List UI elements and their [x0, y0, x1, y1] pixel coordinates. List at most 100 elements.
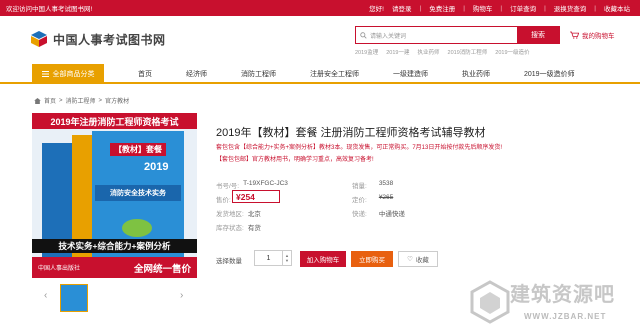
watermark: 建筑资源吧 WWW.JZBAR.NET — [470, 276, 640, 330]
express-value: 中通快递 — [378, 211, 405, 218]
divider: | — [500, 4, 503, 12]
nav-items: 首页 经济师 消防工程师 注册安全工程师 一级建造师 执业药师 2019一级造价… — [104, 64, 575, 84]
search-input[interactable]: 请输入关键词 — [356, 27, 517, 43]
divider: | — [544, 4, 546, 12]
heart-icon: ♡ — [407, 256, 413, 263]
cart-icon — [570, 31, 579, 39]
logo-icon — [31, 31, 47, 47]
sales-label: 销量: — [352, 183, 367, 190]
divider: | — [463, 4, 465, 12]
breadcrumb-category[interactable]: 消防工程师 — [66, 96, 96, 105]
return-query-link[interactable]: 退换货查询 — [550, 3, 591, 13]
nav-item-home[interactable]: 首页 — [138, 69, 152, 79]
cart-label: 我的购物车 — [582, 33, 615, 40]
sku-value: T-19XFGC-JC3 — [243, 180, 288, 187]
thumbnail[interactable] — [60, 284, 88, 312]
order-query-link[interactable]: 订单查询 — [506, 3, 540, 13]
ship-from-row: 发货地区: 北京 — [216, 208, 261, 218]
buy-now-button[interactable]: 立即购买 — [351, 251, 393, 267]
register-link[interactable]: 免费注册 — [425, 3, 459, 13]
hot-word[interactable]: 2019消防工程师 — [448, 48, 488, 56]
stock-label: 库存状态: — [216, 225, 244, 232]
hot-word[interactable]: 2019监理 — [355, 48, 378, 56]
top-bar: 欢迎访问中国人事考试图书网! 您好! 请登录 | 免费注册 | 购物车 | 订单… — [0, 0, 640, 16]
search-button[interactable]: 搜索 — [517, 27, 559, 43]
nav-item-pharmacist[interactable]: 执业药师 — [462, 69, 490, 79]
express-label: 快递: — [352, 211, 367, 218]
breadcrumb-current: 官方教材 — [105, 99, 130, 105]
nav-item-safety-engineer[interactable]: 注册安全工程师 — [310, 69, 359, 79]
quantity-label: 选择数量 — [216, 258, 242, 265]
sales-row: 销量: 3538 — [352, 180, 393, 190]
add-to-cart-button[interactable]: 加入购物车 — [300, 251, 346, 267]
home-icon — [34, 97, 41, 104]
breadcrumb-separator: > — [59, 97, 63, 104]
promo-text-2: 【套包包邮】官方教材用书，明确学习重点，高效复习备考! — [216, 157, 374, 163]
list-price-value: ¥265 — [378, 194, 394, 201]
list-price-label: 定价: — [352, 197, 367, 204]
search-icon — [360, 31, 367, 39]
hot-word[interactable]: 2019一建 — [386, 48, 409, 56]
ship-from-value: 北京 — [247, 211, 261, 218]
stock-value: 有货 — [247, 225, 261, 232]
image-tag: 【教材】套餐 — [110, 143, 166, 156]
nav-item-fire-engineer[interactable]: 消防工程师 — [241, 69, 276, 79]
my-cart-button[interactable]: 我的购物车 — [570, 30, 615, 40]
top-links: 您好! 请登录 | 免费注册 | 购物车 | 订单查询 | 退换货查询 | 收藏… — [365, 3, 634, 14]
site-logo[interactable]: 中国人事考试图书网 — [30, 30, 166, 48]
all-categories-button[interactable]: 全部商品分类 — [32, 64, 104, 84]
cover-book-name: 消防安全技术实务 — [95, 185, 181, 201]
sku-row: 书号/号: T-19XFGC-JC3 — [216, 180, 288, 190]
cart-link[interactable]: 购物车 — [469, 3, 497, 13]
watermark-en: WWW.JZBAR.NET — [524, 312, 607, 321]
breadcrumb-separator: > — [98, 97, 103, 104]
watermark-cn: 建筑资源吧 — [510, 284, 615, 306]
hot-words: 2019监理 2019一建 执业药师 2019消防工程师 2019一级造价 — [355, 48, 530, 56]
sales-value: 3538 — [378, 180, 394, 187]
sku-label: 书号/号: — [216, 183, 240, 190]
divider: | — [594, 4, 596, 12]
chevron-down-icon[interactable]: ▼ — [285, 258, 289, 263]
list-price-row: 定价: ¥265 — [352, 194, 393, 204]
price-label: 售价: — [216, 197, 231, 204]
image-top-title: 2019年注册消防工程师资格考试 — [32, 113, 197, 129]
thumbnail-strip: ‹ › — [40, 284, 190, 312]
greeting-text: 您好! — [369, 6, 384, 13]
cover-emblem — [122, 219, 152, 237]
price-row: 售价: — [216, 194, 231, 204]
product-title: 2019年【教材】套餐 注册消防工程师资格考试辅导教材 — [216, 127, 486, 139]
divider: | — [419, 4, 422, 12]
hot-word[interactable]: 2019一级造价 — [495, 48, 529, 56]
breadcrumb-home[interactable]: 首页 — [44, 96, 56, 105]
menu-icon — [41, 71, 49, 77]
search-bar: 请输入关键词 搜索 — [355, 26, 560, 44]
nav-item-economist[interactable]: 经济师 — [186, 69, 207, 79]
stock-row: 库存状态: 有货 — [216, 222, 261, 232]
search-placeholder: 请输入关键词 — [370, 33, 407, 40]
promo-text: 套包包含【综合能力+实务+案例分析】教材3本。现货发售，可正常购买。7月13日开… — [216, 145, 503, 151]
product-image[interactable]: 2019 消防安全技术实务 2019年注册消防工程师资格考试 【教材】套餐 技术… — [32, 113, 197, 278]
image-uniform-price: 全网统一售价 — [133, 263, 191, 275]
quantity-step-buttons[interactable]: ▲ ▼ — [282, 251, 291, 265]
cover-year: 2019 — [144, 161, 169, 173]
login-link[interactable]: 请登录 — [388, 3, 416, 13]
all-categories-label: 全部商品分类 — [52, 71, 95, 78]
welcome-text: 欢迎访问中国人事考试图书网! — [6, 6, 93, 13]
image-bottom-line: 技术实务+综合能力+案例分析 — [32, 239, 197, 253]
chevron-left-icon[interactable]: ‹ — [44, 290, 47, 301]
hot-word[interactable]: 执业药师 — [418, 48, 440, 56]
watermark-logo-icon — [470, 280, 510, 324]
nav-item-constructor[interactable]: 一级建造师 — [393, 69, 428, 79]
favorite-button[interactable]: ♡ 收藏 — [398, 251, 438, 267]
main-nav: 全部商品分类 首页 经济师 消防工程师 注册安全工程师 一级建造师 执业药师 2… — [0, 64, 640, 84]
nav-item-cost-engineer[interactable]: 2019一级造价师 — [524, 69, 575, 79]
price-value: ¥254 — [232, 190, 280, 203]
ship-from-label: 发货地区: — [216, 211, 244, 218]
chevron-right-icon[interactable]: › — [180, 290, 183, 301]
favorite-label: 收藏 — [415, 257, 429, 264]
bookmark-link[interactable]: 收藏本站 — [600, 3, 634, 13]
quantity-value[interactable]: 1 — [255, 255, 282, 262]
breadcrumb: 首页 > 消防工程师 > 官方教材 — [34, 96, 129, 105]
quantity-stepper[interactable]: 1 ▲ ▼ — [254, 250, 292, 266]
image-publisher-bar: 中国人事出版社 全网统一售价 — [32, 257, 197, 278]
